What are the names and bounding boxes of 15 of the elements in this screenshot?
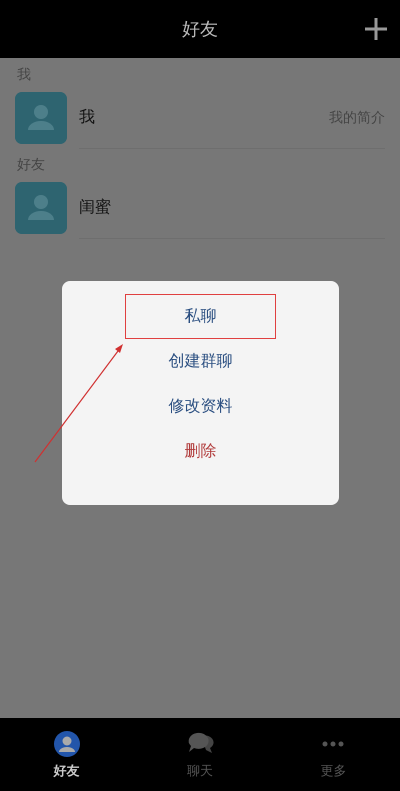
menu-item[interactable]: 私聊 bbox=[125, 294, 276, 339]
tab[interactable]: 更多 bbox=[266, 718, 400, 791]
add-icon[interactable] bbox=[364, 17, 388, 41]
person-icon bbox=[52, 730, 81, 758]
more-icon bbox=[322, 740, 344, 746]
menu-item[interactable]: 修改资料 bbox=[125, 384, 276, 429]
screen-title: 好友 bbox=[182, 18, 218, 41]
tab[interactable]: 聊天 bbox=[133, 718, 267, 791]
avatar-icon bbox=[15, 92, 67, 144]
menu-item[interactable]: 创建群聊 bbox=[125, 339, 276, 384]
contact-name[interactable]: 闺蜜 bbox=[79, 197, 385, 218]
tab[interactable]: 好友 bbox=[0, 718, 134, 791]
contact-name[interactable]: 我 bbox=[79, 107, 329, 128]
avatar-icon bbox=[15, 182, 67, 234]
menu-item[interactable]: 删除 bbox=[125, 429, 276, 474]
